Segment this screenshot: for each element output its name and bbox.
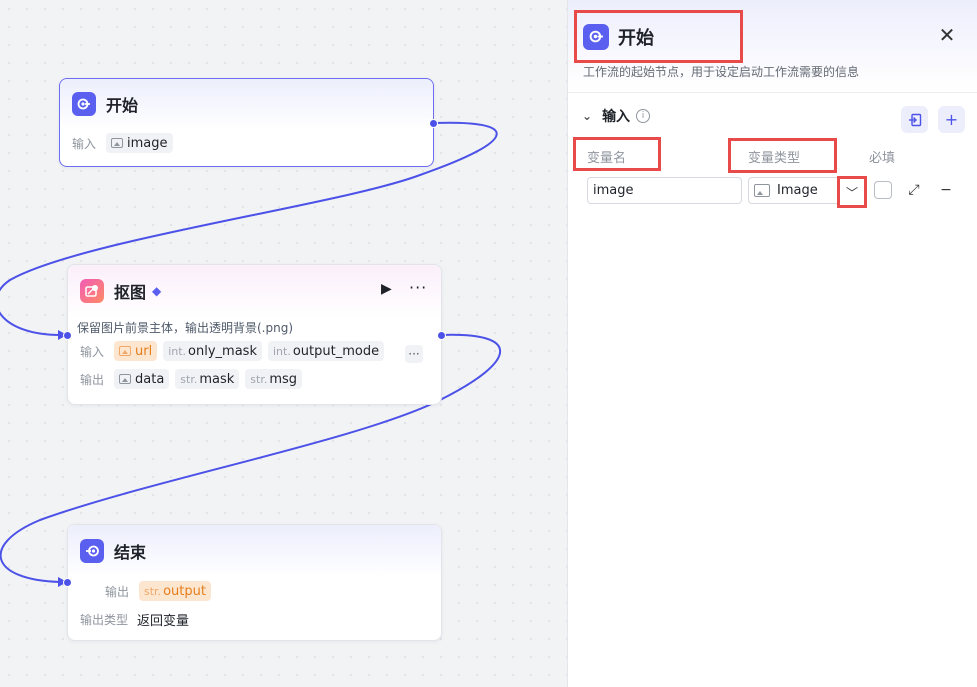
chevron-down-icon: ﹀ bbox=[845, 185, 858, 200]
cutout-node-header: 抠图 ◆ ▶ ··· bbox=[68, 265, 441, 317]
premium-diamond-icon: ◆ bbox=[152, 284, 162, 298]
end-output-type-label: 输出类型 bbox=[80, 612, 129, 627]
start-node-icon bbox=[583, 23, 609, 50]
panel-divider bbox=[568, 92, 977, 93]
end-node-icon bbox=[80, 539, 104, 563]
cutout-node-outputs: 输出 data str. mask str. msg bbox=[68, 365, 441, 393]
start-node-title: 开始 bbox=[106, 96, 139, 115]
plus-icon: + bbox=[944, 110, 959, 129]
end-node-output-type: 输出类型 返回变量 bbox=[68, 605, 441, 633]
cutout-node-input-port[interactable] bbox=[63, 331, 72, 340]
cutout-output-msg: str. msg bbox=[245, 369, 303, 389]
start-input-image: image bbox=[106, 133, 173, 153]
start-node-inputs: 输入 image bbox=[60, 129, 433, 157]
cutout-node-icon bbox=[80, 279, 104, 303]
cutout-input-url: url bbox=[114, 341, 158, 361]
remove-variable-icon[interactable]: − bbox=[937, 181, 955, 199]
required-checkbox[interactable] bbox=[874, 181, 892, 199]
panel-header: 开始 ✕ 工作流的起始节点，用于设定启动工作流需要的信息 bbox=[568, 0, 977, 90]
workflow-canvas[interactable]: 开始 输入 image 抠图 ◆ ▶ ··· 保留图片前景主体，输出透明背景(.… bbox=[0, 0, 567, 687]
end-node-header: 结束 bbox=[68, 525, 441, 577]
end-output-type-value: 返回变量 bbox=[137, 613, 190, 629]
cutout-node-output-port[interactable] bbox=[437, 331, 446, 340]
more-inputs-button[interactable]: ··· bbox=[405, 345, 423, 363]
cutout-node[interactable]: 抠图 ◆ ▶ ··· 保留图片前景主体，输出透明背景(.png) 输入 url … bbox=[63, 264, 446, 405]
node-config-panel: 开始 ✕ 工作流的起始节点，用于设定启动工作流需要的信息 ⌄ 输入 i + 变量… bbox=[567, 0, 977, 687]
expand-icon[interactable]: ⤢ bbox=[905, 181, 923, 199]
variable-name-input[interactable]: image bbox=[587, 177, 742, 204]
import-variables-button[interactable] bbox=[901, 106, 928, 133]
cutout-inputs-label: 输入 bbox=[80, 344, 105, 359]
start-node-header: 开始 bbox=[60, 79, 433, 129]
end-node-input-port[interactable] bbox=[63, 578, 72, 587]
cutout-input-output-mode: int. output_mode bbox=[267, 341, 385, 361]
column-variable-type: 变量类型 bbox=[748, 151, 801, 166]
end-node-output: 输出 str. output bbox=[68, 577, 441, 605]
cutout-node-description: 保留图片前景主体，输出透明背景(.png) bbox=[77, 321, 294, 335]
panel-title-highlight: 开始 bbox=[574, 10, 743, 63]
end-node-title: 结束 bbox=[114, 543, 147, 562]
close-icon[interactable]: ✕ bbox=[936, 23, 958, 47]
column-required: 必填 bbox=[869, 151, 896, 166]
cutout-node-inputs: 输入 url int. only_mask int. output_mode bbox=[68, 337, 441, 365]
run-node-button[interactable]: ▶ bbox=[381, 281, 392, 297]
end-output-label: 输出 bbox=[105, 584, 130, 599]
cutout-output-data: data bbox=[114, 369, 170, 389]
image-icon bbox=[111, 138, 123, 148]
variable-type-select[interactable]: Image bbox=[748, 177, 844, 204]
import-icon bbox=[908, 113, 921, 126]
panel-title[interactable]: 开始 bbox=[618, 24, 654, 50]
node-menu-button[interactable]: ··· bbox=[409, 278, 427, 297]
start-node-icon bbox=[72, 92, 96, 116]
variable-type-value: Image bbox=[777, 183, 818, 198]
column-variable-name: 变量名 bbox=[587, 151, 627, 166]
type-dropdown-chevron[interactable]: ﹀ bbox=[837, 176, 867, 208]
cutout-output-mask: str. mask bbox=[175, 369, 240, 389]
image-icon bbox=[119, 346, 131, 356]
cutout-node-title: 抠图 bbox=[114, 283, 147, 302]
cutout-input-only-mask: int. only_mask bbox=[163, 341, 262, 361]
add-variable-button[interactable]: + bbox=[938, 106, 965, 133]
input-section-header[interactable]: ⌄ 输入 i bbox=[582, 106, 651, 126]
start-node-output-port[interactable] bbox=[429, 119, 438, 128]
input-section-title: 输入 bbox=[602, 109, 631, 125]
end-node[interactable]: 结束 输出 str. output 输出类型 返回变量 bbox=[63, 524, 442, 641]
end-output-var: str. output bbox=[139, 581, 211, 601]
image-icon bbox=[119, 374, 131, 384]
info-icon[interactable]: i bbox=[636, 109, 651, 123]
start-node-inputs-label: 输入 bbox=[72, 136, 97, 151]
cutout-outputs-label: 输出 bbox=[80, 372, 105, 387]
panel-description: 工作流的起始节点，用于设定启动工作流需要的信息 bbox=[583, 65, 860, 79]
start-node[interactable]: 开始 输入 image bbox=[59, 78, 438, 167]
image-icon bbox=[754, 184, 770, 197]
chevron-down-icon[interactable]: ⌄ bbox=[582, 109, 592, 123]
